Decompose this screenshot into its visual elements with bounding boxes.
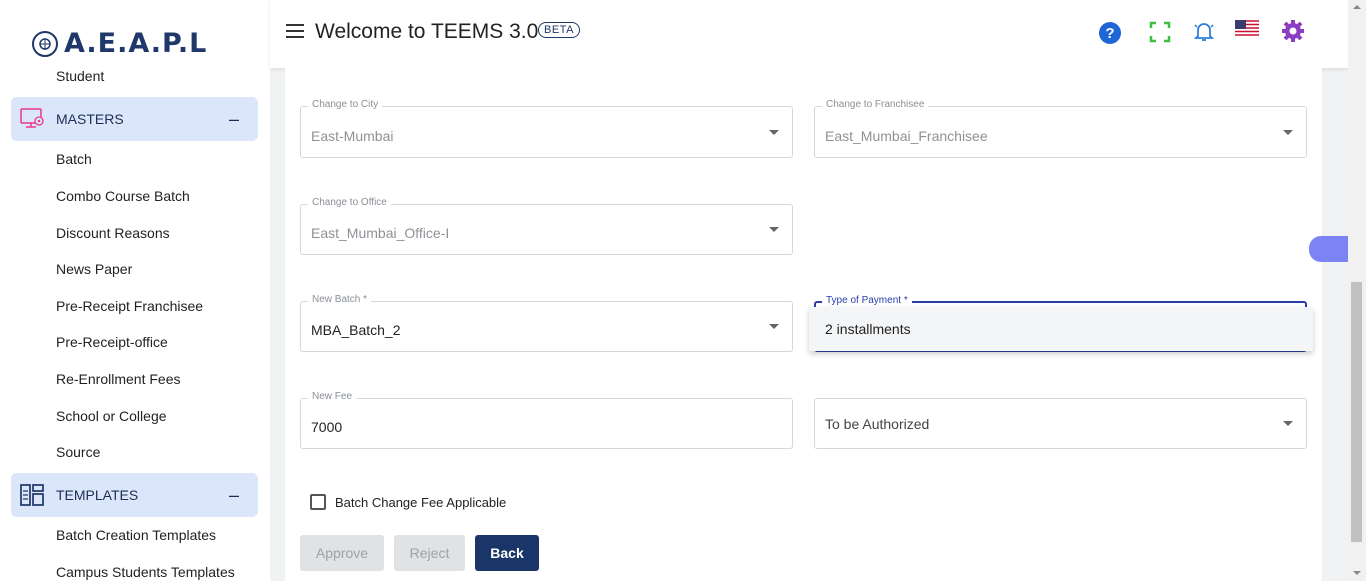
approve-button[interactable]: Approve (300, 535, 384, 571)
sidebar-item-pre-receipt-office[interactable]: Pre-Receipt-office (56, 334, 168, 350)
new-fee-label: New Fee (308, 391, 357, 402)
sidebar-item-source[interactable]: Source (56, 444, 100, 460)
collapse-icon[interactable]: – (229, 485, 239, 506)
new-batch-select[interactable]: New Batch * MBA_Batch_2 (300, 294, 793, 352)
logo-seal-icon (32, 30, 58, 57)
chevron-down-icon (769, 227, 779, 232)
new-fee-input[interactable]: New Fee 7000 (300, 391, 793, 449)
dropdown-option[interactable]: 2 installments (825, 321, 911, 337)
logo[interactable]: A.E.A.P.L (32, 28, 207, 59)
sidebar-item-combo-course-batch[interactable]: Combo Course Batch (56, 188, 190, 204)
chevron-down-icon[interactable] (769, 324, 779, 329)
notification-bell-icon[interactable] (1192, 19, 1216, 43)
sidebar-item-campus-students-templates[interactable]: Campus Students Templates (56, 564, 235, 580)
settings-gear-icon[interactable] (1281, 19, 1305, 43)
sidebar-item-news-paper[interactable]: News Paper (56, 261, 132, 277)
svg-text:?: ? (1105, 25, 1114, 42)
fullscreen-icon[interactable] (1148, 20, 1172, 44)
logo-text: A.E.A.P.L (64, 28, 208, 59)
template-layout-icon (20, 483, 46, 507)
hamburger-menu-icon[interactable] (286, 24, 304, 38)
sidebar-item-student[interactable]: Student (56, 68, 104, 84)
page-title: Welcome to TEEMS 3.0 (315, 20, 539, 43)
collapse-icon[interactable]: – (229, 109, 239, 130)
sidebar-item-batch-creation-templates[interactable]: Batch Creation Templates (56, 527, 216, 543)
payment-type-dropdown: 2 installments (809, 307, 1313, 351)
payment-type-label: Type of Payment * (822, 295, 912, 306)
franchisee-value: East_Mumbai_Franchisee (825, 128, 988, 144)
new-batch-label: New Batch * (308, 294, 372, 305)
scroll-down-icon[interactable] (1353, 571, 1361, 575)
vertical-scrollbar[interactable] (1348, 0, 1366, 581)
change-to-city-select: Change to City East-Mumbai (300, 99, 793, 158)
chevron-down-icon (769, 130, 779, 135)
top-header: Welcome to TEEMS 3.0 BETA ? (270, 0, 1348, 68)
change-to-franchisee-select: Change to Franchisee East_Mumbai_Franchi… (814, 99, 1307, 158)
monitor-settings-icon (20, 107, 46, 131)
sidebar-item-batch[interactable]: Batch (56, 151, 92, 167)
masters-label: MASTERS (56, 111, 124, 127)
office-label: Change to Office (308, 197, 391, 208)
templates-label: TEMPLATES (56, 487, 139, 503)
us-flag-icon[interactable] (1235, 20, 1259, 38)
reject-button[interactable]: Reject (394, 535, 465, 571)
city-label: Change to City (308, 99, 383, 110)
sidebar-section-templates[interactable]: TEMPLATES – (11, 473, 258, 517)
sidebar: A.E.A.P.L Student MASTERS – Batch Combo … (0, 0, 270, 581)
sidebar-item-school-or-college[interactable]: School or College (56, 408, 167, 424)
city-value: East-Mumbai (311, 128, 394, 144)
office-value: East_Mumbai_Office-I (311, 225, 450, 241)
new-batch-value: MBA_Batch_2 (311, 322, 401, 338)
sidebar-item-discount-reasons[interactable]: Discount Reasons (56, 225, 170, 241)
sidebar-section-masters[interactable]: MASTERS – (11, 97, 258, 141)
help-icon[interactable]: ? (1098, 21, 1122, 45)
chevron-down-icon[interactable] (1283, 421, 1293, 426)
new-fee-value: 7000 (311, 419, 343, 435)
floating-side-tab[interactable] (1309, 236, 1349, 262)
batch-change-fee-label: Batch Change Fee Applicable (335, 494, 507, 510)
scroll-up-icon[interactable] (1353, 5, 1361, 9)
authorization-status-select[interactable]: To be Authorized (814, 398, 1307, 449)
authorization-value: To be Authorized (825, 416, 930, 432)
chevron-down-icon (1283, 130, 1293, 135)
sidebar-item-re-enrollment-fees[interactable]: Re-Enrollment Fees (56, 371, 181, 387)
batch-change-fee-row: Batch Change Fee Applicable (310, 494, 506, 510)
batch-change-fee-checkbox[interactable] (310, 494, 326, 510)
back-button[interactable]: Back (475, 535, 539, 571)
sidebar-item-pre-receipt-franchisee[interactable]: Pre-Receipt Franchisee (56, 298, 203, 314)
beta-badge: BETA (538, 22, 580, 38)
scroll-thumb[interactable] (1351, 282, 1362, 542)
change-to-office-select: Change to Office East_Mumbai_Office-I (300, 197, 793, 255)
franchisee-label: Change to Franchisee (822, 99, 929, 110)
